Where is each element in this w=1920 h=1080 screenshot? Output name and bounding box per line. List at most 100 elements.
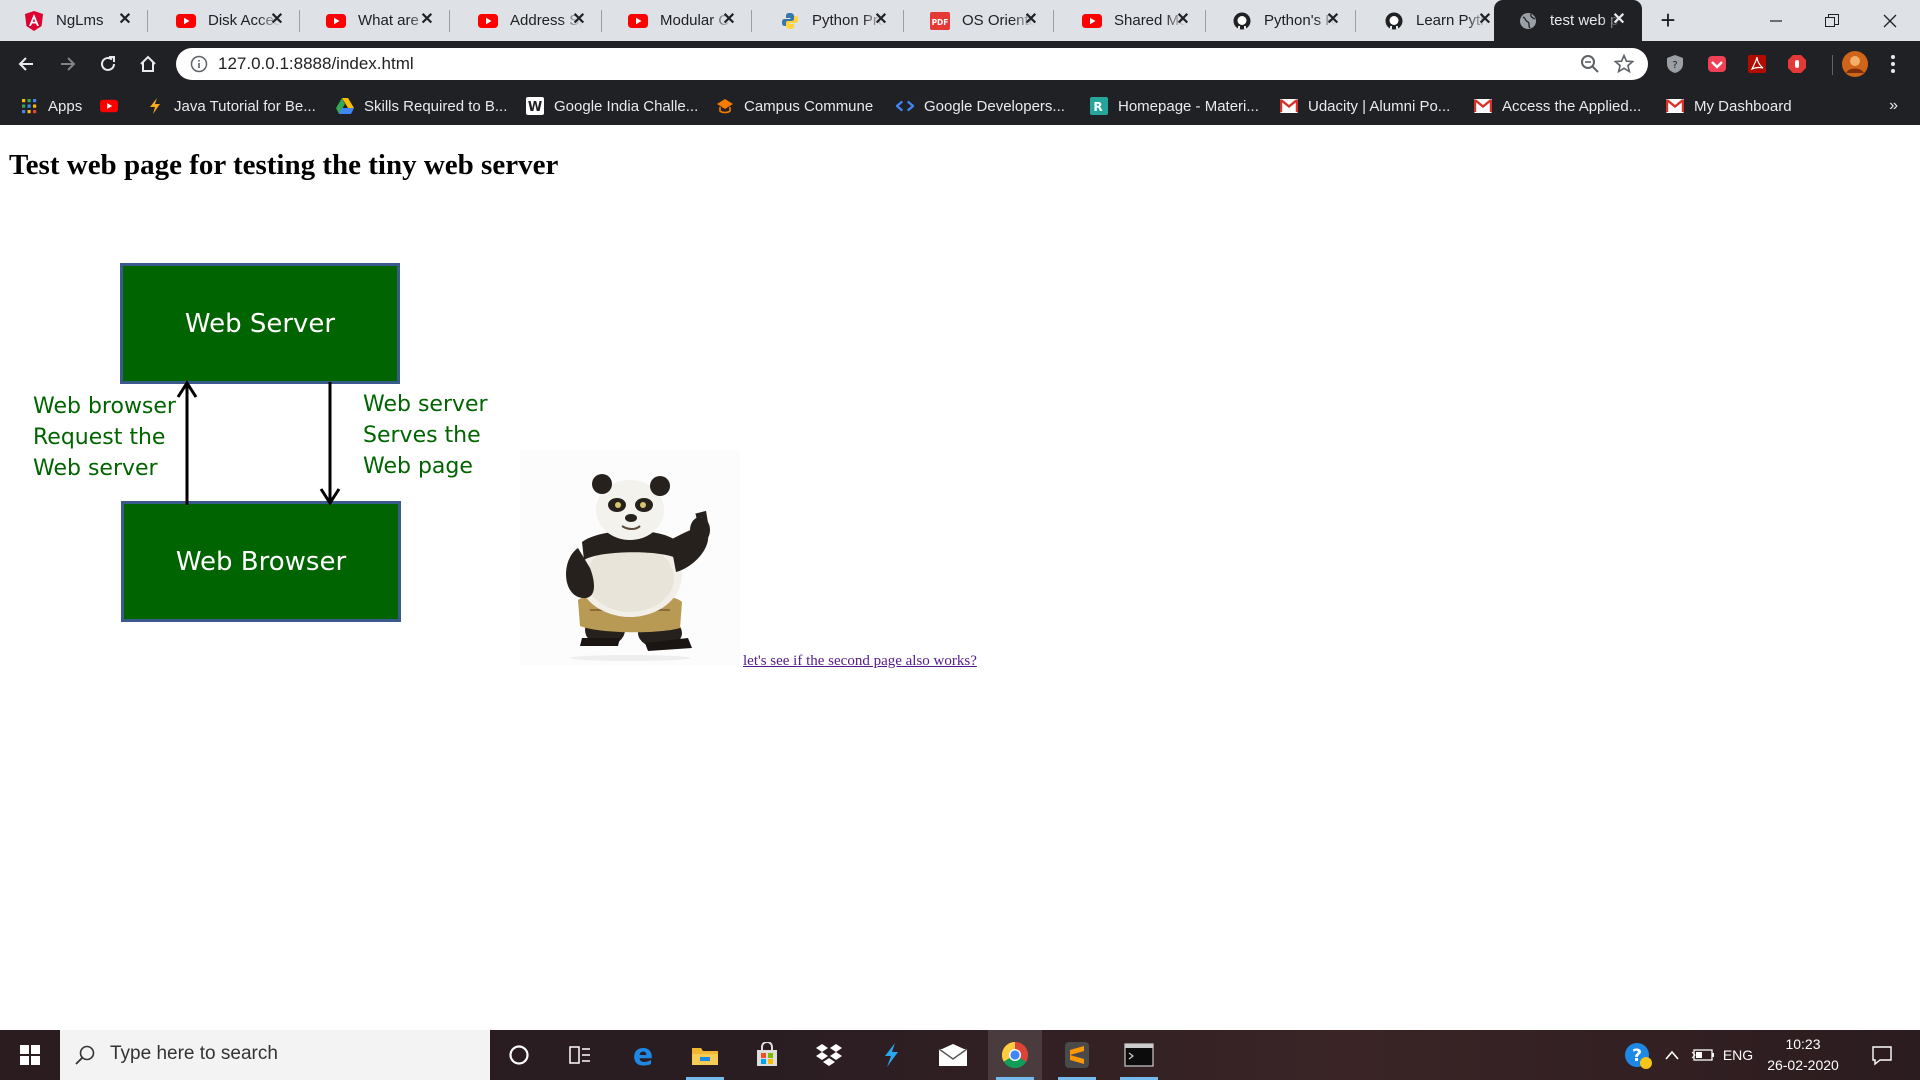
search-placeholder: Type here to search	[110, 1043, 278, 1064]
zoom-icon[interactable]	[1580, 54, 1600, 74]
bookmark-item[interactable]: Google Developers...	[896, 87, 1065, 125]
r-icon: R	[1090, 97, 1108, 115]
shield-extension-icon[interactable]: ?	[1664, 53, 1686, 75]
youtube-icon	[326, 11, 346, 31]
tab-close-icon[interactable]: ✕	[1174, 11, 1192, 29]
file-explorer-icon[interactable]	[678, 1030, 732, 1080]
address-bar[interactable]: 127.0.0.1:8888/index.html	[176, 48, 1648, 80]
second-page-link[interactable]: let's see if the second page also works?	[743, 653, 977, 670]
start-button[interactable]	[0, 1030, 60, 1080]
new-tab-button[interactable]: +	[1654, 6, 1682, 34]
language-indicator[interactable]: ENG	[1718, 1030, 1758, 1080]
bookmark-item[interactable]: My Dashboard	[1666, 87, 1792, 125]
help-tray-icon[interactable]: ?	[1620, 1030, 1656, 1080]
profile-avatar[interactable]	[1842, 51, 1868, 77]
notification-center-icon[interactable]	[1862, 1030, 1902, 1080]
bookmark-item[interactable]: Udacity | Alumni Po...	[1280, 87, 1450, 125]
browser-tab[interactable]: Modular C ✕	[604, 0, 752, 41]
bookmark-item[interactable]	[100, 87, 128, 125]
browser-tab[interactable]: Learn Pyth ✕	[1360, 0, 1508, 41]
bookmark-label: Apps	[48, 97, 83, 115]
tab-close-icon[interactable]: ✕	[720, 11, 738, 29]
tab-close-icon[interactable]: ✕	[1022, 11, 1040, 29]
pocket-extension-icon[interactable]	[1706, 53, 1728, 75]
browser-tab[interactable]: PDF OS Oriente ✕	[906, 0, 1054, 41]
tab-separator	[1355, 10, 1356, 32]
reload-button[interactable]	[92, 48, 124, 80]
browser-tab[interactable]: NgLms ✕	[0, 0, 148, 41]
chrome-menu-button[interactable]	[1882, 53, 1904, 75]
toolbar-divider	[1832, 55, 1833, 75]
angular-icon	[24, 10, 44, 31]
bookmark-label: Udacity | Alumni Po...	[1308, 97, 1451, 115]
bookmark-item[interactable]: R Homepage - Materi...	[1090, 87, 1259, 125]
svg-text:PDF: PDF	[932, 18, 949, 27]
tab-separator	[751, 10, 752, 32]
bookmark-item[interactable]: Apps	[20, 87, 82, 125]
edge-icon[interactable]: e	[616, 1030, 670, 1080]
terminal-icon[interactable]	[1112, 1030, 1166, 1080]
tab-close-icon[interactable]: ✕	[570, 11, 588, 29]
tab-close-icon[interactable]: ✕	[872, 11, 890, 29]
adblock-extension-icon[interactable]	[1786, 53, 1808, 75]
sublime-text-icon[interactable]	[1050, 1030, 1104, 1080]
browser-tab[interactable]: test web p ✕	[1494, 0, 1642, 41]
url-text: 127.0.0.1:8888/index.html	[218, 54, 414, 73]
tab-close-icon[interactable]: ✕	[1476, 11, 1494, 29]
browser-tab[interactable]: What are ✕	[302, 0, 450, 41]
bookmark-label: Homepage - Materi...	[1118, 97, 1259, 115]
close-window-button[interactable]	[1862, 0, 1918, 41]
tab-separator	[299, 10, 300, 32]
home-button[interactable]	[132, 48, 164, 80]
tab-close-icon[interactable]: ✕	[1324, 11, 1342, 29]
store-icon[interactable]	[740, 1030, 794, 1080]
restore-button[interactable]	[1804, 0, 1860, 41]
acrobat-extension-icon[interactable]	[1746, 53, 1768, 75]
tab-close-icon[interactable]: ✕	[116, 11, 134, 29]
request-label: Web browser Request the Web server	[33, 394, 176, 481]
tab-close-icon[interactable]: ✕	[1610, 11, 1628, 29]
bookmark-label: Java Tutorial for Be...	[174, 97, 316, 115]
vscode-icon[interactable]	[864, 1030, 918, 1080]
bookmark-star-icon[interactable]	[1614, 54, 1634, 74]
browser-tab[interactable]: Disk Access✕	[152, 0, 300, 41]
browser-tab[interactable]: Python Pro ✕	[756, 0, 904, 41]
battery-icon[interactable]	[1688, 1030, 1718, 1080]
task-view-icon[interactable]	[553, 1030, 607, 1080]
bookmark-item[interactable]: W Google India Challe...	[526, 87, 698, 125]
browser-toolbar: 127.0.0.1:8888/index.html ?	[0, 41, 1920, 87]
svg-text:W: W	[528, 100, 542, 115]
tab-close-icon[interactable]: ✕	[418, 11, 436, 29]
cortana-icon[interactable]	[492, 1030, 546, 1080]
bookmark-item[interactable]: Access the Applied...	[1474, 87, 1641, 125]
web-browser-box: Web Browser	[121, 501, 401, 622]
taskbar-search-box[interactable]: Type here to search	[60, 1030, 490, 1080]
web-server-box: Web Server	[120, 263, 400, 384]
dropbox-icon[interactable]	[802, 1030, 856, 1080]
tab-close-icon[interactable]: ✕	[268, 11, 286, 29]
bookmark-label: My Dashboard	[1694, 97, 1792, 115]
bookmark-item[interactable]: Campus Commune	[716, 87, 873, 125]
taskbar-clock[interactable]: 10:23 26-02-2020	[1760, 1034, 1846, 1076]
w-icon: W	[526, 97, 544, 115]
bolt-bookmark-icon	[146, 97, 164, 115]
mail-icon[interactable]	[926, 1030, 980, 1080]
minimize-icon	[1770, 19, 1782, 22]
show-hidden-icons-chevron-up-icon[interactable]	[1658, 1030, 1686, 1080]
tab-separator	[903, 10, 904, 32]
browser-tab[interactable]: Address Sp ✕	[454, 0, 602, 41]
info-icon[interactable]	[190, 55, 208, 73]
back-button[interactable]	[10, 48, 42, 80]
browser-tab[interactable]: Python's R ✕	[1208, 0, 1356, 41]
bookmarks-overflow-button[interactable]: »	[1889, 87, 1898, 125]
bookmark-item[interactable]: Skills Required to B...	[336, 87, 507, 125]
bookmark-item[interactable]: Java Tutorial for Be...	[146, 87, 316, 125]
forward-button[interactable]	[52, 48, 84, 80]
chrome-icon[interactable]	[988, 1030, 1042, 1080]
back-arrow-icon	[18, 57, 33, 71]
windows-taskbar: Type here to search e ? ENG 10:23 26-02-…	[0, 1030, 1920, 1080]
youtube-icon	[176, 11, 196, 31]
clock-date: 26-02-2020	[1767, 1057, 1839, 1073]
minimize-button[interactable]	[1748, 0, 1804, 41]
browser-tab[interactable]: Shared Me ✕	[1058, 0, 1206, 41]
